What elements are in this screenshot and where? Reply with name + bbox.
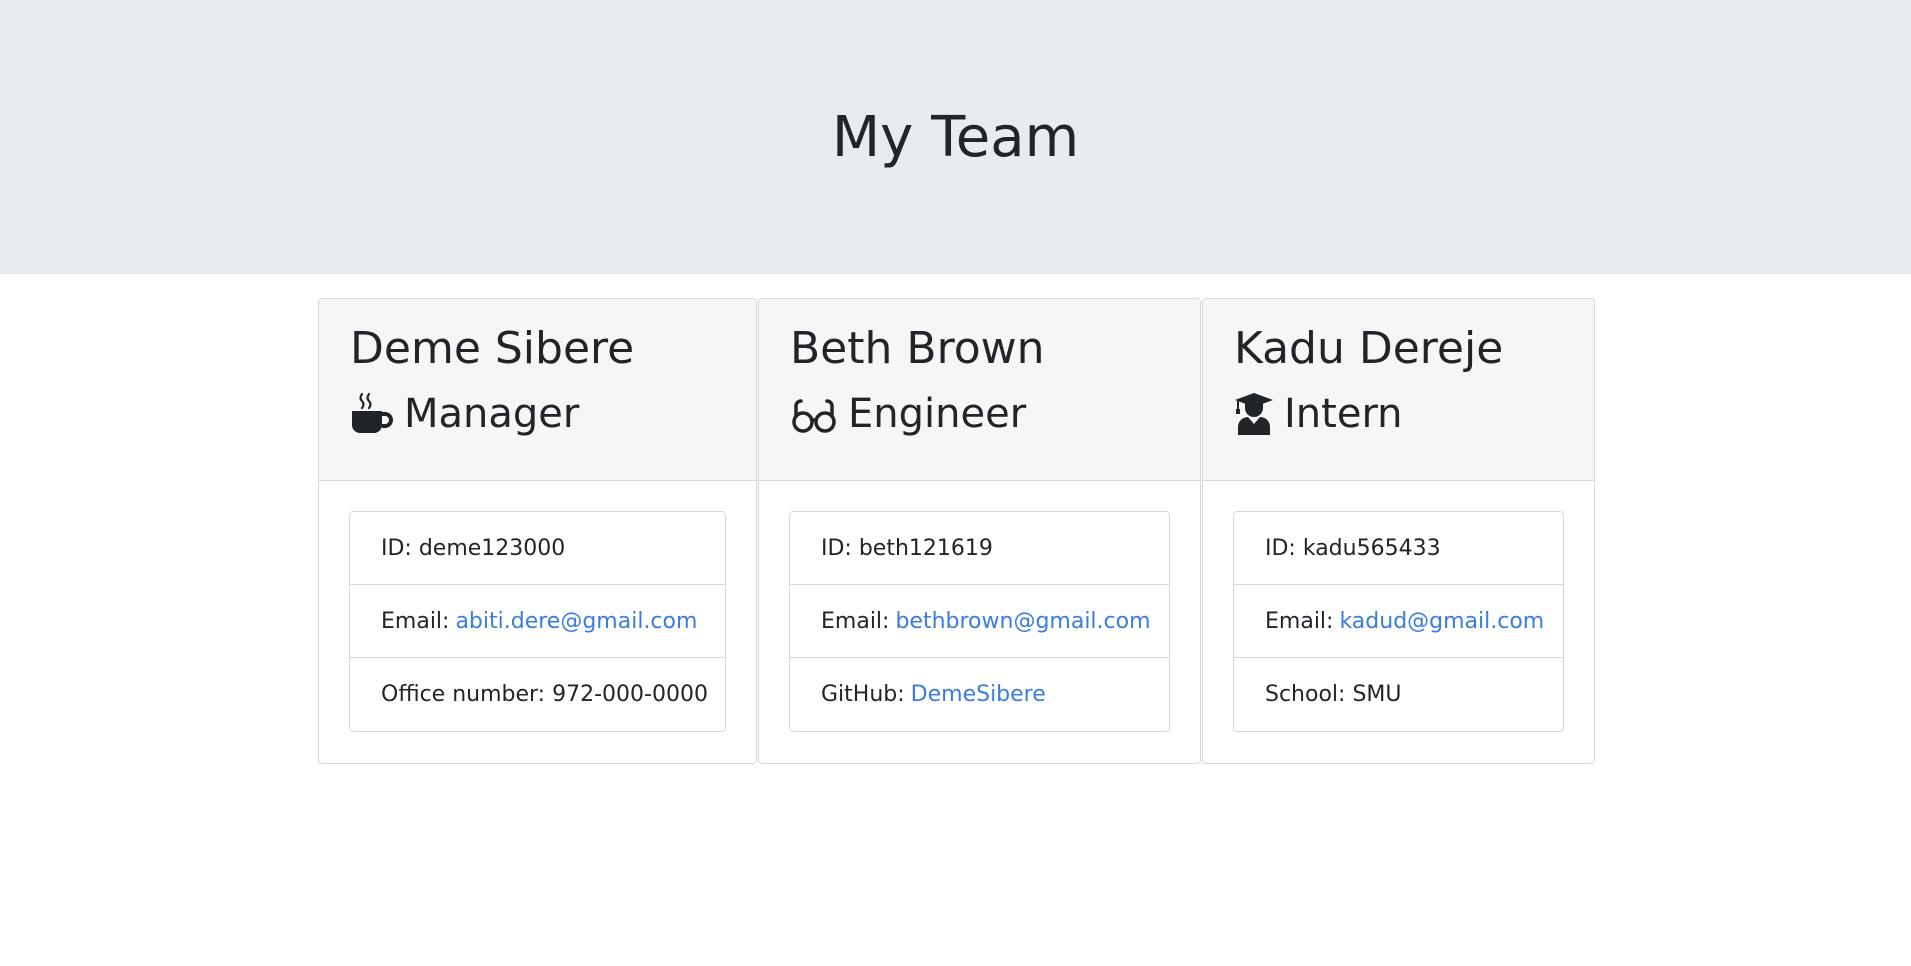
email-label: Email: [821,608,890,634]
school-text: School: SMU [1265,682,1402,707]
github-label: GitHub: [821,682,905,707]
employee-name: Beth Brown [790,323,1045,374]
graduate-icon [1234,392,1274,436]
card-body: ID: kadu565433 Email: kadud@gmail.com Sc… [1203,481,1594,732]
card-header: Kadu Dereje Intern [1203,299,1594,481]
team-cards: Deme Sibere Manager ID: deme123000 Email… [318,298,1596,764]
employee-id: ID: beth121619 [790,512,1169,585]
employee-name: Deme Sibere [350,323,635,374]
employee-details: ID: kadu565433 Email: kadud@gmail.com Sc… [1233,511,1564,732]
employee-role: Manager [350,391,726,437]
id-text: ID: beth121619 [821,535,993,561]
card-body: ID: beth121619 Email: bethbrown@gmail.co… [759,481,1200,732]
employee-card-manager: Deme Sibere Manager ID: deme123000 Email… [318,298,757,764]
coffee-icon [350,392,394,436]
card-body: ID: deme123000 Email: abiti.dere@gmail.c… [319,481,756,732]
role-label: Engineer [848,391,1027,437]
employee-school: School: SMU [1234,658,1563,731]
email-link[interactable]: abiti.dere@gmail.com [455,609,697,634]
employee-id: ID: kadu565433 [1234,512,1563,585]
employee-card-engineer: Beth Brown Engineer ID: beth121619 Email… [758,298,1201,764]
office-number-text: Office number: 972-000-0000 [381,682,708,707]
card-header: Beth Brown Engineer [759,299,1200,481]
employee-email: Email: bethbrown@gmail.com [790,585,1169,658]
employee-github: GitHub: DemeSibere [790,658,1169,731]
email-link[interactable]: kadud@gmail.com [1339,609,1544,634]
employee-email: Email: kadud@gmail.com [1234,585,1563,658]
employee-role: Engineer [790,391,1170,437]
id-text: ID: kadu565433 [1265,535,1441,561]
email-link[interactable]: bethbrown@gmail.com [895,609,1150,634]
employee-id: ID: deme123000 [350,512,725,585]
employee-office-number: Office number: 972-000-0000 [350,658,725,731]
card-header: Deme Sibere Manager [319,299,756,481]
role-label: Intern [1284,391,1403,437]
employee-details: ID: deme123000 Email: abiti.dere@gmail.c… [349,511,726,732]
role-label: Manager [404,391,580,437]
employee-role: Intern [1234,391,1564,437]
email-label: Email: [381,608,450,634]
employee-email: Email: abiti.dere@gmail.com [350,585,725,658]
employee-card-intern: Kadu Dereje Intern ID: kadu565433 Email:… [1202,298,1595,764]
employee-details: ID: beth121619 Email: bethbrown@gmail.co… [789,511,1170,732]
github-link[interactable]: DemeSibere [911,682,1046,707]
email-label: Email: [1265,608,1334,634]
employee-name: Kadu Dereje [1234,323,1504,374]
id-text: ID: deme123000 [381,535,566,561]
page-title: My Team [831,104,1080,170]
glasses-icon [790,392,838,436]
page-header: My Team [0,0,1911,274]
